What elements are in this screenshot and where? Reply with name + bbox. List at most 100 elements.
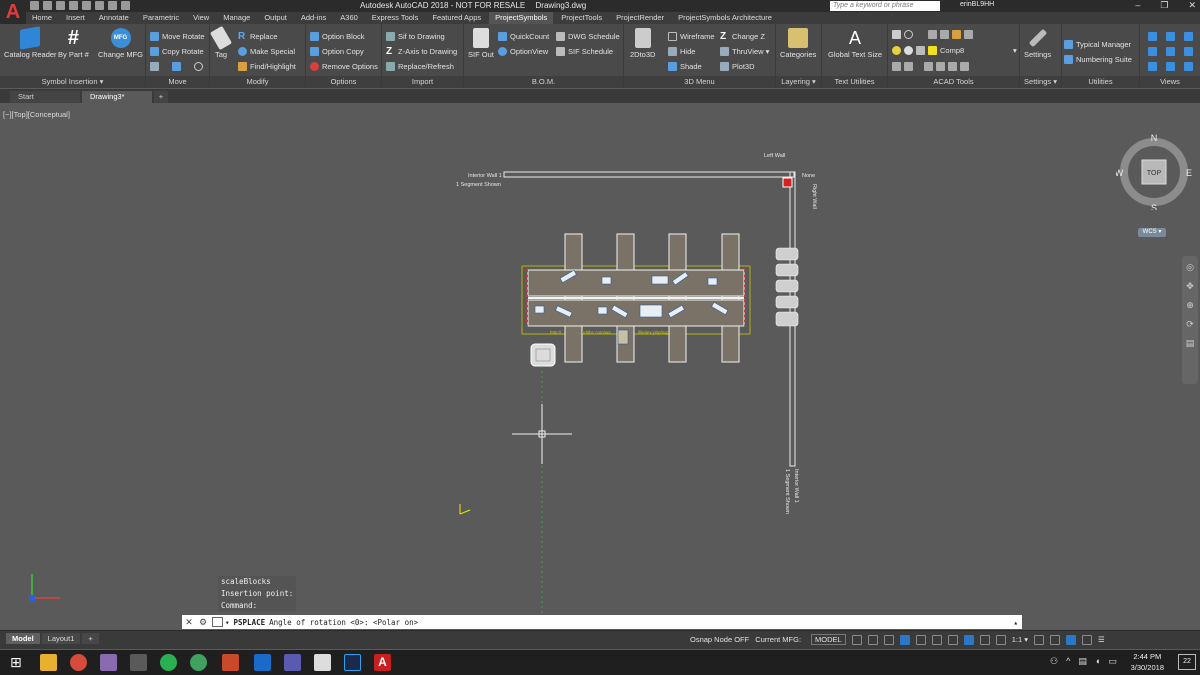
- view-s-icon[interactable]: [1166, 61, 1175, 71]
- polar-icon[interactable]: [899, 634, 910, 645]
- close-icon[interactable]: ✕: [184, 617, 194, 627]
- app-icon[interactable]: [190, 654, 207, 671]
- drawing-canvas[interactable]: Left Wall Interior Wall 1 1 Segment Show…: [0, 104, 1200, 630]
- panel-title-layering[interactable]: Layering ▾: [776, 76, 821, 88]
- storage-unit[interactable]: [775, 263, 799, 277]
- file-explorer-icon[interactable]: [40, 654, 57, 671]
- autocad-icon[interactable]: A: [374, 654, 391, 671]
- tab-manage[interactable]: Manage: [217, 12, 256, 24]
- photos-icon[interactable]: [314, 654, 331, 671]
- typical-manager-button[interactable]: Typical Manager: [1064, 38, 1131, 50]
- file-tab-start[interactable]: Start: [10, 91, 80, 103]
- placing-symbol[interactable]: [530, 343, 556, 367]
- powerpoint-icon[interactable]: [222, 654, 239, 671]
- viewcube[interactable]: TOP N S E W: [1116, 134, 1192, 210]
- tag-button[interactable]: Tag: [209, 25, 233, 59]
- quickcount-button[interactable]: QuickCount: [498, 30, 549, 42]
- view-e-icon[interactable]: [1184, 46, 1193, 56]
- annotation-scale[interactable]: 1:1 ▾: [1012, 635, 1028, 644]
- object-snap-icon[interactable]: [947, 634, 958, 645]
- customization-icon[interactable]: ☰: [1098, 635, 1105, 644]
- layer-state-icon[interactable]: [940, 29, 949, 39]
- compass-south[interactable]: S: [1151, 203, 1157, 210]
- dwg-schedule-button[interactable]: DWG Schedule: [556, 30, 620, 42]
- tab-featured-apps[interactable]: Featured Apps: [426, 12, 487, 24]
- view-c-icon[interactable]: [1166, 46, 1175, 56]
- isolate-objects-icon[interactable]: [1050, 634, 1060, 645]
- layer-lock-icon[interactable]: [936, 61, 945, 71]
- annotation-visibility-icon[interactable]: [963, 634, 974, 645]
- layer-walk-icon[interactable]: [948, 61, 957, 71]
- photoshop-icon[interactable]: [344, 654, 361, 671]
- new-tab-button[interactable]: +: [154, 91, 168, 103]
- monitor-symbol[interactable]: [651, 275, 669, 285]
- tab-home[interactable]: Home: [26, 12, 58, 24]
- isodraft-icon[interactable]: [915, 634, 926, 645]
- workspace-icon[interactable]: [1034, 634, 1044, 645]
- interior-wall-top[interactable]: [503, 171, 795, 178]
- workstation-cluster[interactable]: http:// ...uddbc.com/wa... ...ll/index.p…: [521, 233, 751, 363]
- snap-icon[interactable]: [867, 634, 878, 645]
- teams-icon[interactable]: [284, 654, 301, 671]
- restore-icon[interactable]: ❐: [1160, 0, 1168, 11]
- 2dto3d-button[interactable]: 2Dto3D: [630, 28, 655, 59]
- tab-output[interactable]: Output: [258, 12, 293, 24]
- grid-icon[interactable]: [851, 634, 862, 645]
- wcs-menu[interactable]: WCS ▾: [1138, 228, 1166, 237]
- replace-button[interactable]: R Replace: [238, 30, 278, 42]
- undo-icon[interactable]: [108, 1, 117, 10]
- plot-icon[interactable]: [95, 1, 104, 10]
- chrome-icon[interactable]: [70, 654, 87, 671]
- view-ne-icon[interactable]: [1184, 31, 1193, 41]
- change-z-button[interactable]: Z Change Z: [720, 30, 765, 42]
- sif-out-button[interactable]: SIF Out: [468, 28, 494, 59]
- web-icon[interactable]: [82, 1, 91, 10]
- command-prompt-icon[interactable]: [212, 617, 223, 627]
- edit-icon[interactable]: [952, 29, 961, 39]
- layer-iso-icon[interactable]: [892, 61, 901, 71]
- compass-east[interactable]: E: [1186, 168, 1192, 178]
- save-icon[interactable]: [56, 1, 65, 10]
- file-tab-drawing3[interactable]: Drawing3*: [82, 91, 152, 103]
- layer-dropdown[interactable]: Comp8 ▾: [892, 44, 1017, 56]
- app-icon[interactable]: [130, 654, 147, 671]
- clean-screen-icon[interactable]: [1082, 634, 1092, 645]
- notification-center[interactable]: 22: [1178, 654, 1196, 670]
- view-se-icon[interactable]: [1184, 61, 1193, 71]
- rotate-icon[interactable]: [194, 61, 203, 71]
- storage-stack[interactable]: [775, 247, 799, 327]
- tab-projectsymbols[interactable]: ProjectSymbols: [489, 12, 554, 24]
- tab-projecttools[interactable]: ProjectTools: [555, 12, 608, 24]
- catalog-reader-button[interactable]: Catalog Reader: [4, 26, 57, 59]
- move-rotate-button[interactable]: Move Rotate: [150, 30, 205, 42]
- user-name[interactable]: erinBL9HH: [960, 1, 994, 8]
- wall-endpoint-marker[interactable]: [782, 177, 793, 188]
- hide-button[interactable]: Hide: [668, 45, 695, 57]
- ortho-icon[interactable]: [883, 634, 894, 645]
- layer-off-icon[interactable]: [904, 61, 913, 71]
- make-special-button[interactable]: Make Special: [238, 45, 295, 57]
- storage-unit[interactable]: [775, 295, 799, 309]
- close-icon[interactable]: ✕: [1188, 0, 1196, 11]
- line-icon[interactable]: [892, 29, 901, 39]
- compass-west[interactable]: W: [1116, 168, 1124, 178]
- change-mfg-button[interactable]: MFG Change MFG: [98, 28, 143, 59]
- tab-projectrender[interactable]: ProjectRender: [610, 12, 670, 24]
- whatsapp-icon[interactable]: [160, 654, 177, 671]
- option-block-button[interactable]: Option Block: [310, 30, 365, 42]
- monitor-symbol[interactable]: [597, 306, 608, 315]
- zoom-icon[interactable]: ⊕: [1186, 300, 1194, 311]
- tray-chevron-icon[interactable]: ^: [1066, 656, 1070, 667]
- replace-refresh-button[interactable]: Replace/Refresh: [386, 60, 454, 72]
- showmotion-icon[interactable]: ▤: [1186, 338, 1195, 349]
- tab-add-ins[interactable]: Add-ins: [295, 12, 332, 24]
- full-navigation-wheel-icon[interactable]: ◎: [1186, 262, 1194, 273]
- new-icon[interactable]: [30, 1, 39, 10]
- wrench-icon[interactable]: ⚙: [198, 617, 208, 627]
- auto-scale-icon[interactable]: [979, 634, 990, 645]
- layer-merge-icon[interactable]: [960, 61, 969, 71]
- align-icon[interactable]: [172, 61, 181, 71]
- thruview-button[interactable]: ThruView ▾: [720, 45, 769, 57]
- annotation-monitor-icon[interactable]: [995, 634, 1006, 645]
- volume-icon[interactable]: ◖: [1095, 656, 1100, 667]
